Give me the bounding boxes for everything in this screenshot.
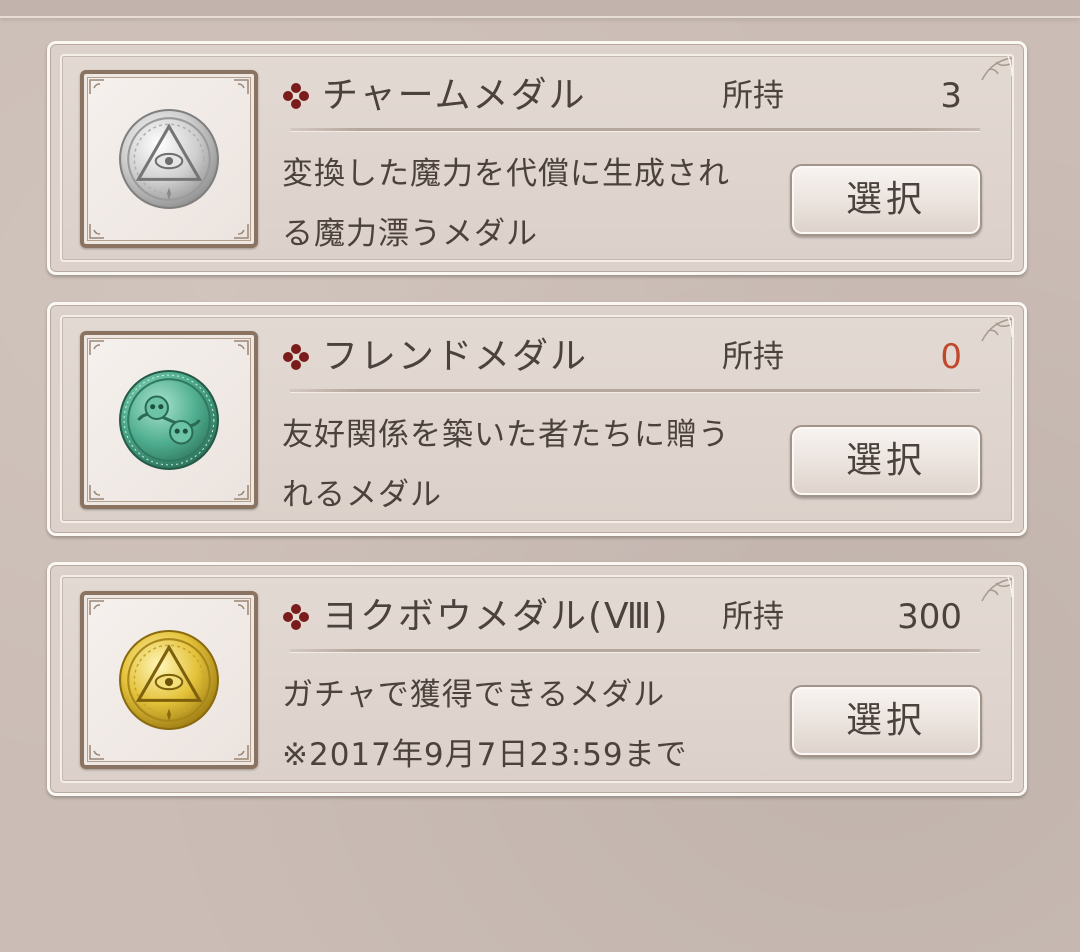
medal-title-row: ヨクボウメダル(Ⅷ) 所持 300	[282, 593, 982, 641]
corner-flourish-icon	[981, 576, 1013, 602]
top-header-strip	[0, 0, 1080, 18]
owned-count: 0	[940, 337, 962, 377]
medal-image-frame	[80, 591, 258, 769]
description-line: 友好関係を築いた者たちに贈う	[282, 417, 730, 453]
gold-eye-medal-icon	[119, 630, 219, 730]
title-divider	[290, 128, 980, 132]
description-line: る魔力漂うメダル	[282, 216, 538, 252]
green-friend-medal-icon	[119, 370, 219, 470]
medal-image-frame	[80, 70, 258, 248]
select-button[interactable]: 選択	[790, 425, 982, 497]
title-divider	[290, 649, 980, 653]
medal-title: フレンドメダル	[322, 336, 589, 377]
medal-card-charm: チャームメダル 所持 3 変換した魔力を代償に生成され る魔力漂うメダル 選択	[47, 41, 1027, 275]
owned-label: 所持	[722, 339, 784, 375]
description-line: ガチャで獲得できるメダル	[282, 677, 666, 713]
corner-flourish-icon	[981, 316, 1013, 342]
cross-ornament-icon	[283, 604, 309, 630]
medal-image-frame	[80, 331, 258, 509]
medal-card-yokubou: ヨクボウメダル(Ⅷ) 所持 300 ガチャで獲得できるメダル ※2017年9月7…	[47, 562, 1027, 796]
medal-title-row: チャームメダル 所持 3	[282, 72, 982, 120]
medal-card-friend: フレンドメダル 所持 0 友好関係を築いた者たちに贈う れるメダル 選択	[47, 302, 1027, 536]
corner-flourish-icon	[981, 55, 1013, 81]
medal-title-row: フレンドメダル 所持 0	[282, 333, 982, 381]
medal-title: チャームメダル	[322, 75, 587, 116]
select-button[interactable]: 選択	[790, 164, 982, 236]
select-button[interactable]: 選択	[790, 685, 982, 757]
owned-count: 300	[897, 597, 962, 637]
medal-description: ガチャで獲得できるメダル ※2017年9月7日23:59まで	[282, 665, 772, 785]
description-line: れるメダル	[282, 477, 442, 513]
cross-ornament-icon	[283, 83, 309, 109]
owned-count: 3	[940, 76, 962, 116]
description-line: ※2017年9月7日23:59まで	[282, 737, 688, 773]
cross-ornament-icon	[283, 344, 309, 370]
silver-eye-medal-icon	[119, 109, 219, 209]
owned-label: 所持	[722, 599, 784, 635]
title-divider	[290, 389, 980, 393]
description-line: 変換した魔力を代償に生成され	[282, 156, 730, 192]
medal-description: 友好関係を築いた者たちに贈う れるメダル	[282, 405, 772, 525]
medal-description: 変換した魔力を代償に生成され る魔力漂うメダル	[282, 144, 772, 264]
owned-label: 所持	[722, 78, 784, 114]
medal-title: ヨクボウメダル(Ⅷ)	[322, 596, 670, 637]
